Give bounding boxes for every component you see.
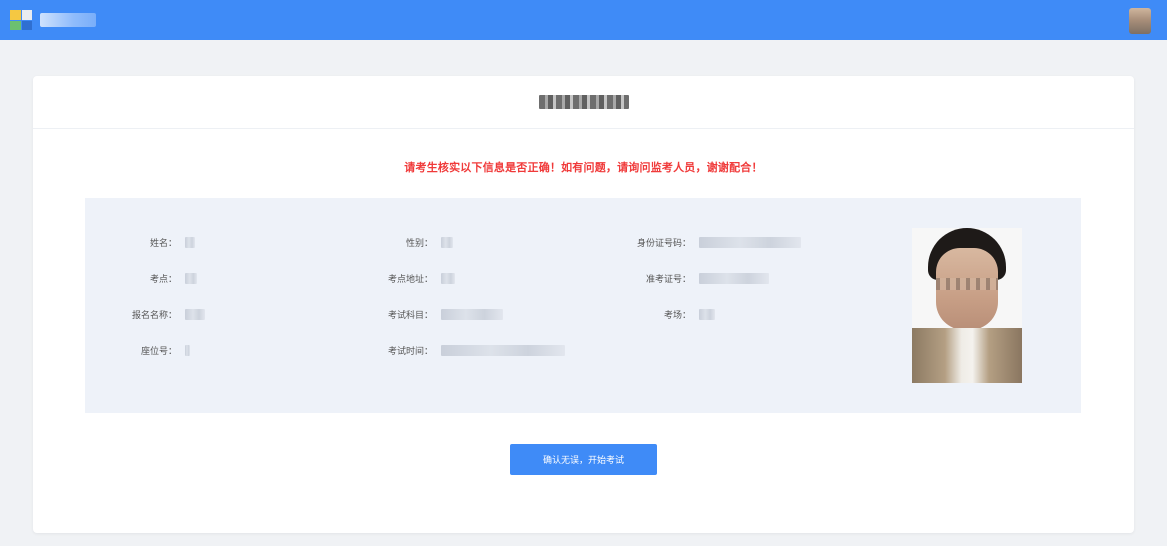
field-label: 姓名： (149, 238, 177, 249)
field-value-redacted (185, 308, 205, 320)
field-value-redacted (699, 236, 801, 248)
field-value-redacted (441, 236, 453, 248)
candidate-info-panel: 姓名： 考点： 报名名称： 座位号： 性别： 考点地址： 考试科目： 考试时间：… (85, 198, 1081, 413)
field-value-redacted (441, 344, 565, 356)
field-gender: 性别： (375, 234, 453, 250)
field-registration-name: 报名名称： (115, 306, 205, 322)
field-label: 考点地址： (387, 274, 433, 285)
field-value-redacted (699, 272, 769, 284)
field-value-redacted (185, 344, 190, 356)
field-admission-number: 准考证号： (633, 270, 769, 286)
exam-info-card: 请考生核实以下信息是否正确！如有问题，请询问监考人员，谢谢配合！ 姓名： 考点：… (33, 76, 1134, 533)
user-avatar-icon[interactable] (1129, 8, 1151, 34)
field-seat-number: 座位号： (115, 342, 190, 358)
field-label: 考试科目： (387, 310, 433, 321)
field-exam-time: 考试时间： (375, 342, 565, 358)
field-label: 考点： (149, 274, 177, 285)
field-exam-room: 考场： (633, 306, 715, 322)
candidate-photo (912, 228, 1022, 383)
field-value-redacted (185, 272, 197, 284)
field-label: 报名名称： (131, 310, 177, 321)
top-bar (0, 0, 1167, 40)
field-value-redacted (185, 236, 195, 248)
field-label: 身份证号码： (636, 238, 691, 249)
field-exam-subject: 考试科目： (375, 306, 503, 322)
app-logo-icon (10, 10, 32, 30)
verification-notice: 请考生核实以下信息是否正确！如有问题，请询问监考人员，谢谢配合！ (404, 161, 763, 174)
app-name-redacted (40, 13, 96, 27)
field-label: 考试时间： (387, 346, 433, 357)
field-exam-site-address: 考点地址： (375, 270, 455, 286)
field-name: 姓名： (115, 234, 195, 250)
field-label: 考场： (663, 310, 691, 321)
confirm-start-exam-button[interactable]: 确认无误，开始考试 (510, 444, 657, 475)
field-value-redacted (699, 308, 715, 320)
field-label: 性别： (405, 238, 433, 249)
field-exam-site: 考点： (115, 270, 197, 286)
field-value-redacted (441, 272, 455, 284)
card-title-redacted (539, 95, 629, 109)
field-value-redacted (441, 308, 503, 320)
field-label: 座位号： (140, 346, 177, 357)
field-id-number: 身份证号码： (633, 234, 801, 250)
field-label: 准考证号： (645, 274, 691, 285)
card-header (33, 76, 1134, 129)
